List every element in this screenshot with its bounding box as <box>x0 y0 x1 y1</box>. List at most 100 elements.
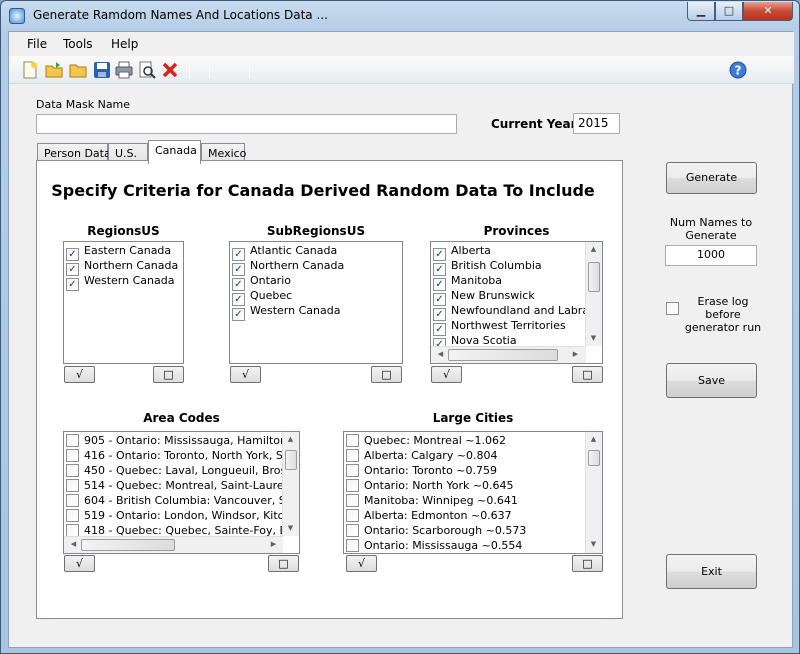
large-cities-clear-all-button[interactable]: □ <box>572 555 603 572</box>
save-button[interactable]: Save <box>666 363 757 398</box>
regions-clear-all-button[interactable]: □ <box>153 366 184 383</box>
list-item[interactable]: ✓ Quebec <box>232 288 292 306</box>
erase-log-checkbox[interactable] <box>666 302 679 315</box>
large-cities-select-all-button[interactable]: √ <box>346 555 377 572</box>
list-item[interactable]: Alberta: Edmonton ~0.637 <box>346 508 512 523</box>
num-names-input[interactable]: 1000 <box>665 245 757 266</box>
open-folder-icon[interactable] <box>45 61 63 79</box>
checkbox[interactable]: ✓ <box>232 308 245 321</box>
list-item[interactable]: ✓ Western Canada <box>232 303 340 321</box>
list-item[interactable]: Ontario: Mississauga ~0.554 <box>346 538 522 553</box>
list-item[interactable]: ✓ Western Canada <box>66 273 174 291</box>
menu-tools[interactable]: Tools <box>63 37 93 51</box>
list-item[interactable]: ✓ Manitoba <box>433 273 502 291</box>
area-codes-title: Area Codes <box>143 411 220 425</box>
list-item[interactable]: 450 - Quebec: Laval, Longueuil, Brossard <box>66 463 299 478</box>
area-codes-clear-all-button[interactable]: □ <box>268 555 299 572</box>
scroll-thumb[interactable] <box>588 262 600 292</box>
item-label: Atlantic Canada <box>250 244 338 257</box>
checkbox[interactable] <box>346 524 359 537</box>
provinces-clear-all-button[interactable]: □ <box>572 366 603 383</box>
scroll-down-icon[interactable]: ▼ <box>283 524 298 532</box>
checkbox[interactable] <box>66 449 79 462</box>
scroll-left-icon[interactable]: ◀ <box>66 540 81 548</box>
close-button[interactable]: ✕ <box>743 2 793 21</box>
print-icon[interactable] <box>115 61 133 79</box>
vertical-scrollbar[interactable]: ▲ ▼ <box>585 432 602 553</box>
checkbox[interactable]: ✓ <box>66 278 79 291</box>
list-item[interactable]: ✓ Alberta <box>433 243 491 261</box>
horizontal-scrollbar[interactable]: ◀ ▶ <box>64 536 283 553</box>
delete-icon[interactable] <box>161 61 179 79</box>
list-item[interactable]: 604 - British Columbia: Vancouver, Surre… <box>66 493 299 508</box>
scroll-thumb[interactable] <box>285 450 297 470</box>
item-label: British Columbia <box>451 259 542 272</box>
scroll-right-icon[interactable]: ▶ <box>266 540 281 548</box>
provinces-select-all-button[interactable]: √ <box>431 366 462 383</box>
checkbox[interactable] <box>66 509 79 522</box>
list-item[interactable]: 905 - Ontario: Mississauga, Hamilton, Br… <box>66 433 299 448</box>
current-year-input[interactable]: 2015 <box>573 113 620 134</box>
list-item[interactable]: Ontario: Toronto ~0.759 <box>346 463 497 478</box>
scroll-right-icon[interactable]: ▶ <box>568 350 583 358</box>
list-item[interactable]: Quebec: Montreal ~1.062 <box>346 433 506 448</box>
list-item[interactable]: Ontario: Scarborough ~0.573 <box>346 523 526 538</box>
save-icon[interactable] <box>93 61 111 79</box>
checkbox[interactable] <box>346 449 359 462</box>
menu-file[interactable]: File <box>27 37 47 51</box>
data-mask-input[interactable] <box>36 114 457 134</box>
list-item[interactable]: Ontario: North York ~0.645 <box>346 478 514 493</box>
list-item[interactable]: Manitoba: Winnipeg ~0.641 <box>346 493 518 508</box>
scroll-up-icon[interactable]: ▲ <box>586 435 601 443</box>
list-item[interactable]: ✓ Northern Canada <box>66 258 178 276</box>
checkbox[interactable] <box>346 494 359 507</box>
minimize-button[interactable]: ▁ <box>687 2 715 21</box>
list-item[interactable]: 514 - Quebec: Montreal, Saint-Laurent, M <box>66 478 299 493</box>
scroll-up-icon[interactable]: ▲ <box>283 435 298 443</box>
list-item[interactable]: Alberta: Calgary ~0.804 <box>346 448 498 463</box>
list-item[interactable]: ✓ Atlantic Canada <box>232 243 338 261</box>
list-item[interactable]: ✓ British Columbia <box>433 258 542 276</box>
vertical-scrollbar[interactable]: ▲ ▼ <box>585 242 602 346</box>
checkbox[interactable] <box>66 434 79 447</box>
checkbox[interactable] <box>346 464 359 477</box>
subregions-select-all-button[interactable]: √ <box>230 366 261 383</box>
checkbox[interactable] <box>66 479 79 492</box>
maximize-button[interactable]: □ <box>715 2 743 21</box>
list-item[interactable]: 519 - Ontario: London, Windsor, Kitchene <box>66 508 299 523</box>
vertical-scrollbar[interactable]: ▲ ▼ <box>282 432 299 536</box>
list-item[interactable]: ✓ Northern Canada <box>232 258 344 276</box>
checkbox[interactable] <box>66 494 79 507</box>
title-bar[interactable]: Generate Ramdom Names And Locations Data… <box>1 1 799 31</box>
tab-canada[interactable]: Canada <box>148 140 201 164</box>
scroll-thumb[interactable] <box>448 349 558 361</box>
menu-help[interactable]: Help <box>111 37 138 51</box>
list-item[interactable]: ✓ Ontario <box>232 273 291 291</box>
new-file-icon[interactable] <box>21 61 39 79</box>
scroll-down-icon[interactable]: ▼ <box>586 334 601 342</box>
print-preview-icon[interactable] <box>138 61 156 79</box>
help-icon[interactable]: ? <box>729 61 747 79</box>
checkbox[interactable] <box>346 509 359 522</box>
regions-select-all-button[interactable]: √ <box>64 366 95 383</box>
checkbox[interactable] <box>346 539 359 552</box>
scroll-thumb[interactable] <box>81 539 175 551</box>
horizontal-scrollbar[interactable]: ◀ ▶ <box>431 346 586 363</box>
scroll-down-icon[interactable]: ▼ <box>586 540 601 548</box>
checkbox[interactable] <box>346 434 359 447</box>
area-codes-select-all-button[interactable]: √ <box>64 555 95 572</box>
checkbox[interactable] <box>66 464 79 477</box>
subregions-clear-all-button[interactable]: □ <box>371 366 402 383</box>
list-item[interactable]: ✓ Newfoundland and Labrador <box>433 303 602 321</box>
list-item[interactable]: 416 - Ontario: Toronto, North York, Scar… <box>66 448 299 463</box>
folder-icon[interactable] <box>69 61 87 79</box>
exit-button[interactable]: Exit <box>666 554 757 589</box>
scroll-up-icon[interactable]: ▲ <box>586 245 601 253</box>
generate-button[interactable]: Generate <box>666 162 757 194</box>
list-item[interactable]: ✓ New Brunswick <box>433 288 535 306</box>
list-item[interactable]: ✓ Northwest Territories <box>433 318 566 336</box>
list-item[interactable]: ✓ Eastern Canada <box>66 243 171 261</box>
scroll-thumb[interactable] <box>588 450 600 466</box>
scroll-left-icon[interactable]: ◀ <box>433 350 448 358</box>
checkbox[interactable] <box>346 479 359 492</box>
